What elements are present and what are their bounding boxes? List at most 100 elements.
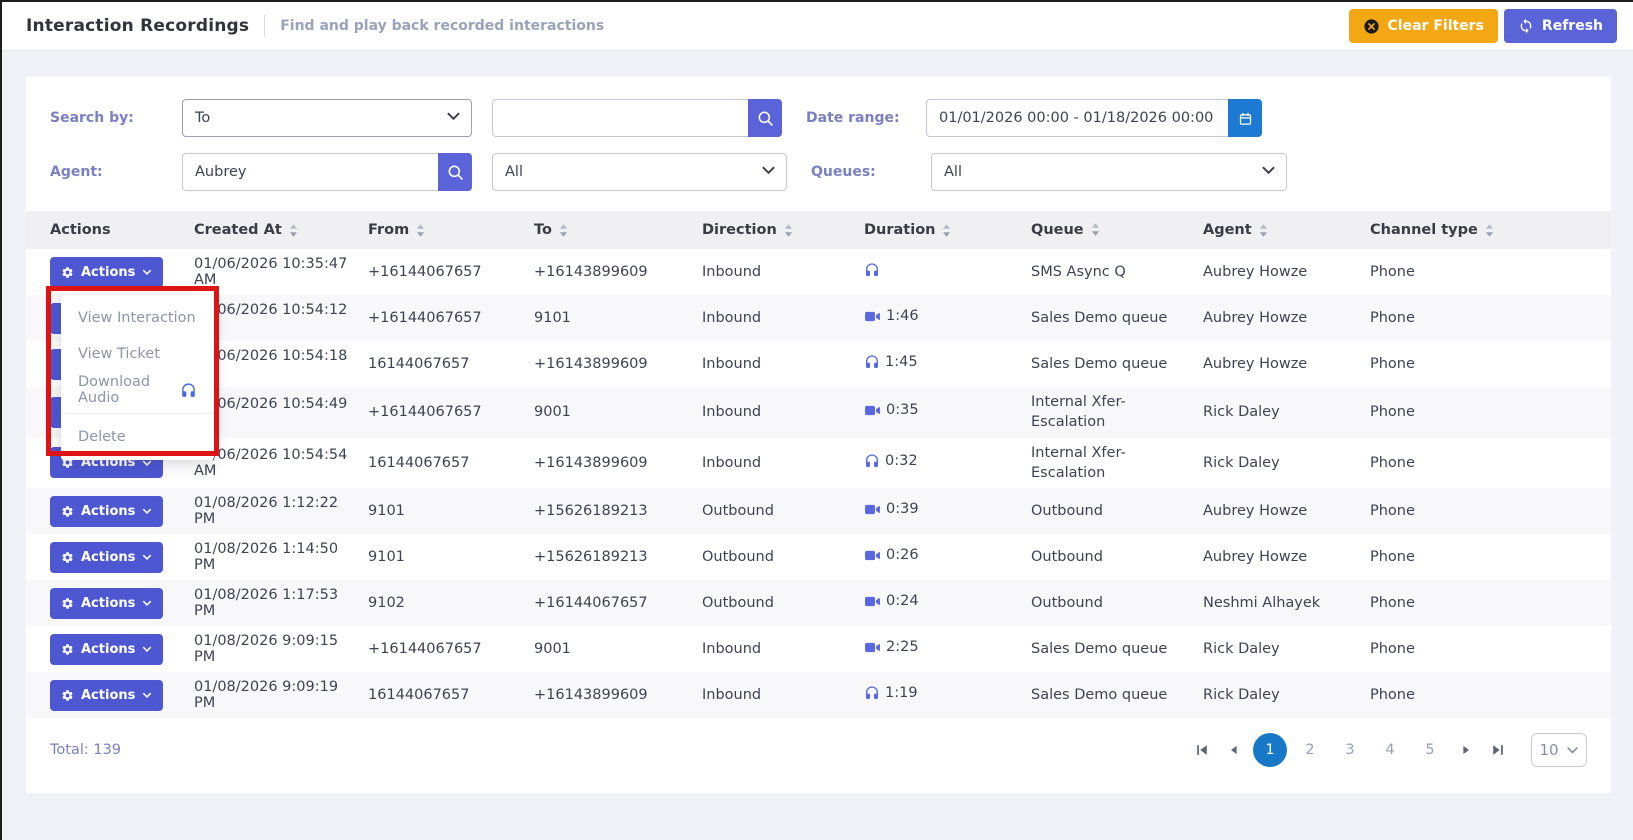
chevron-down-icon [142,268,152,276]
gear-icon [61,597,74,610]
table-row: Actions 01/06/2026 10:54:54 AM 161440676… [26,438,1611,489]
created-at-cell: 01/06/2026 10:54:49 AM [194,396,348,428]
sort-icon[interactable] [559,223,568,237]
queue-cell: Sales Demo queue [1031,641,1168,658]
agent-input[interactable] [182,153,438,191]
direction-cell: Outbound [702,595,774,612]
first-page-button[interactable] [1189,737,1215,763]
duration-cell: 2:25 [864,639,1031,660]
clear-filters-button[interactable]: Clear Filters [1348,9,1498,43]
sort-icon[interactable] [1091,223,1100,237]
created-at-cell: 01/08/2026 1:14:50 PM [194,541,339,574]
page-size-select[interactable]: 10 [1531,733,1587,768]
actions-cell: Actions [26,541,194,573]
created-at-cell: 01/08/2026 1:12:22 PM [194,495,339,528]
video-camera-icon [864,308,881,325]
video-camera-icon [864,593,881,610]
to-cell: 9001 [534,641,571,658]
top-bar: Interaction Recordings Find and play bac… [2,2,1633,51]
menu-item-download-audio[interactable]: Download Audio [61,372,214,408]
duration-cell: 0:26 [864,547,1031,568]
duration-cell: 0:24 [864,593,1031,614]
agent-cell: Rick Daley [1203,687,1280,704]
from-cell: 9101 [368,549,405,566]
to-cell: +16143899609 [534,356,648,372]
sort-icon[interactable] [942,223,951,237]
video-camera-icon [864,501,881,518]
prev-page-button[interactable] [1221,737,1247,763]
queue-cell: Sales Demo queue [1031,309,1168,326]
direction-cell: Inbound [702,264,762,280]
search-button[interactable] [748,99,782,137]
created-at-cell: 01/06/2026 10:35:47 AM [194,256,348,288]
chevron-down-icon [142,507,152,515]
agent-search-button[interactable] [438,153,472,191]
duration-cell: 0:39 [864,501,1031,522]
channel-type-cell: Phone [1370,264,1415,280]
calendar-button[interactable] [1228,99,1262,137]
to-cell: +15626189213 [534,503,648,520]
table-row: Actions 01/08/2026 9:09:15 PM +161440676… [26,626,1611,672]
to-cell: +15626189213 [534,549,648,566]
queue-cell: Internal Xfer-Escalation [1031,444,1126,481]
title-divider [264,15,266,37]
sort-icon[interactable] [416,223,425,237]
page-button-3[interactable]: 3 [1333,733,1367,767]
date-range-group [926,99,1262,137]
actions-button[interactable]: Actions [50,256,164,288]
created-at-cell: 01/08/2026 9:09:19 PM [194,679,339,712]
channel-type-cell: Phone [1370,641,1415,658]
chevron-down-icon [1261,164,1276,180]
page-button-2[interactable]: 2 [1293,733,1327,767]
chevron-down-icon [142,459,152,467]
search-input[interactable] [492,99,748,137]
channel-type-cell: Phone [1370,595,1415,612]
chevron-down-icon [761,164,776,180]
actions-button[interactable]: Actions [50,633,164,665]
column-header-channel-type: Channel type [1370,222,1611,238]
gear-icon [61,266,74,279]
actions-button[interactable]: Actions [50,679,164,711]
last-page-button[interactable] [1485,737,1511,763]
sort-icon[interactable] [1259,223,1268,237]
agent-cell: Neshmi Alhayek [1203,595,1321,612]
from-cell: 16144067657 [368,454,470,471]
menu-item-delete[interactable]: Delete [61,419,214,455]
actions-button[interactable]: Actions [50,587,164,619]
search-by-select[interactable]: To [182,99,472,137]
next-page-button[interactable] [1453,737,1479,763]
gear-icon [61,643,74,656]
agent-filter-select[interactable]: All [492,153,787,191]
channel-type-cell: Phone [1370,503,1415,520]
actions-button[interactable]: Actions [50,495,164,527]
from-cell: +16144067657 [368,310,482,326]
direction-cell: Outbound [702,549,774,566]
menu-item-view-ticket[interactable]: View Ticket [61,336,214,372]
direction-cell: Inbound [702,641,762,658]
menu-item-view-interaction[interactable]: View Interaction [61,300,214,336]
to-cell: +16144067657 [534,595,648,612]
table-row: Actions 01/06/2026 10:54:49 AM +16144067… [26,387,1611,438]
sort-icon[interactable] [289,223,298,237]
chevron-down-icon [446,110,461,126]
duration-value: 1:45 [885,354,918,370]
queues-select[interactable]: All [931,153,1287,191]
page-button-5[interactable]: 5 [1413,733,1447,767]
refresh-button[interactable]: Refresh [1503,9,1617,43]
sort-icon[interactable] [784,223,793,237]
actions-button-label: Actions [81,549,136,565]
pagination-pages: 12345 [1253,733,1447,768]
circle-x-icon [1363,18,1380,35]
direction-cell: Inbound [702,404,762,421]
headphones-icon [864,262,880,278]
queue-cell: Outbound [1031,549,1103,566]
search-icon [757,110,774,127]
page-button-4[interactable]: 4 [1373,733,1407,767]
sort-icon[interactable] [1485,223,1494,237]
channel-type-cell: Phone [1370,454,1415,471]
date-range-input[interactable] [926,99,1228,137]
topbar-actions: Clear Filters Refresh [1348,9,1617,43]
page-button-1[interactable]: 1 [1253,733,1287,768]
actions-button[interactable]: Actions [50,541,164,573]
from-cell: 16144067657 [368,356,470,372]
